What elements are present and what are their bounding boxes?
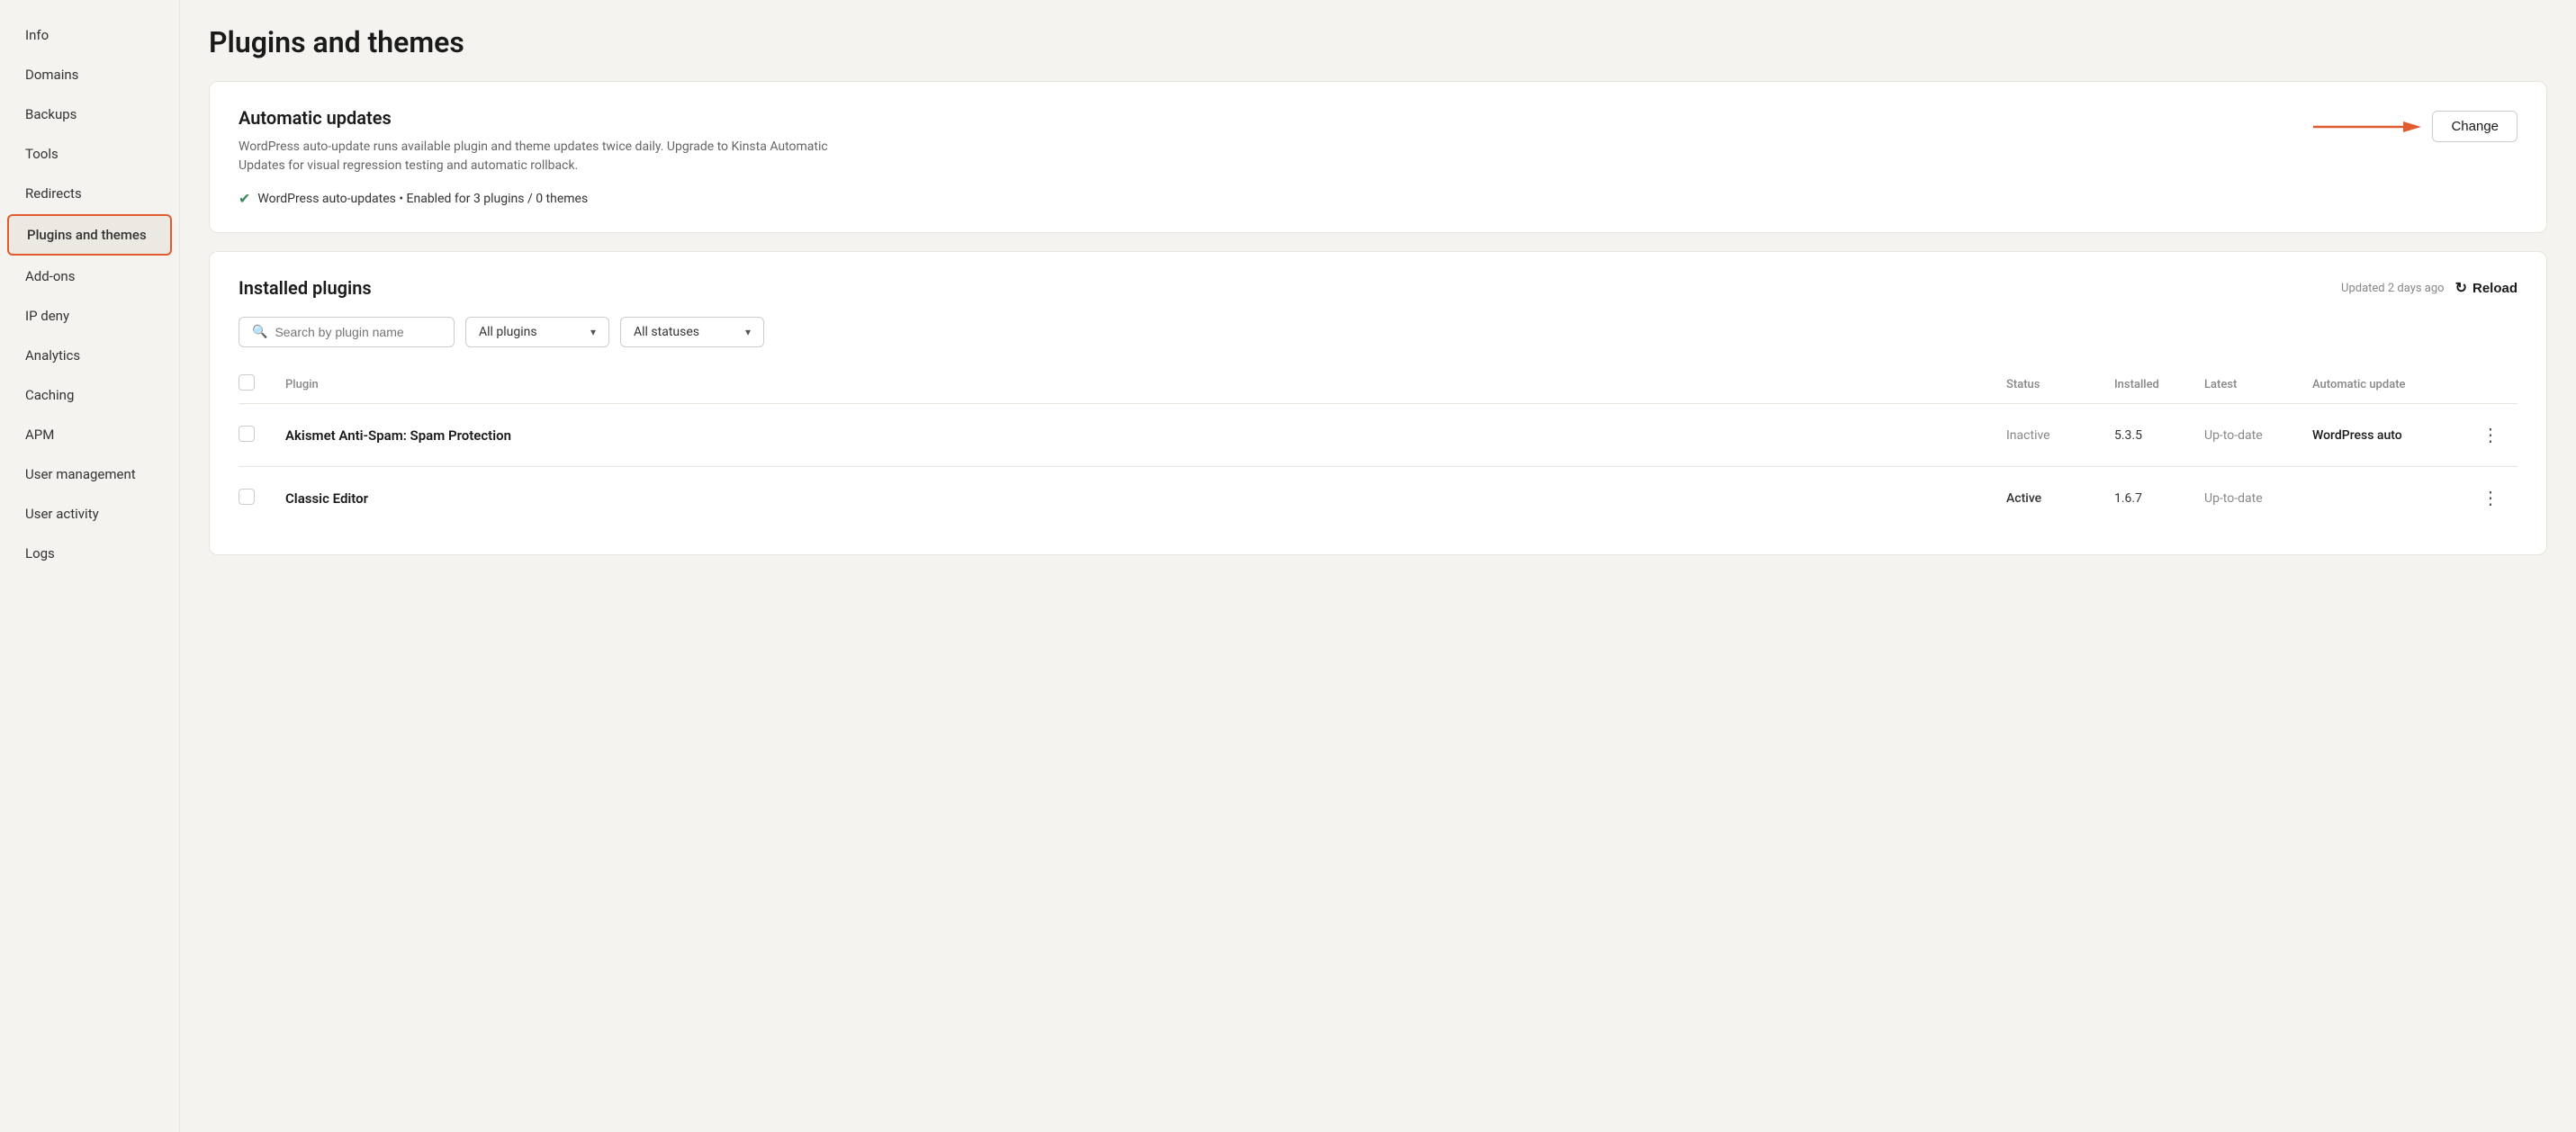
arrow-icon: [2313, 116, 2421, 138]
sidebar-item-user-management[interactable]: User management: [7, 455, 172, 493]
plugin-actions-cell-2: ⋮: [2463, 467, 2517, 530]
sidebar-item-tools[interactable]: Tools: [7, 135, 172, 173]
sidebar-item-info[interactable]: Info: [7, 16, 172, 54]
sidebar-item-redirects[interactable]: Redirects: [7, 175, 172, 212]
reload-icon: ↻: [2455, 279, 2467, 297]
all-plugins-label: All plugins: [479, 325, 537, 339]
plugin-auto-cell-2: [2301, 467, 2463, 530]
row-checkbox-cell-1[interactable]: [239, 404, 275, 467]
row-checkbox-cell-2[interactable]: [239, 467, 275, 530]
sidebar-item-plugins-and-themes[interactable]: Plugins and themes: [7, 214, 172, 256]
plugin-auto-cell-1: WordPress auto: [2301, 404, 2463, 467]
sidebar-item-analytics[interactable]: Analytics: [7, 337, 172, 374]
reload-label: Reload: [2472, 281, 2517, 296]
plugin-latest-2: Up-to-date: [2204, 491, 2263, 506]
plugin-latest-cell-2: Up-to-date: [2193, 467, 2301, 530]
table-row: Classic Editor Active 1.6.7 Up-to-date: [239, 467, 2517, 530]
select-all-checkbox-header[interactable]: [239, 365, 275, 404]
plugin-actions-cell-1: ⋮: [2463, 404, 2517, 467]
search-input[interactable]: [275, 325, 441, 339]
plugin-name-cell-1: Akismet Anti-Spam: Spam Protection: [275, 404, 1995, 467]
col-header-plugin: Plugin: [275, 365, 1995, 404]
all-plugins-dropdown[interactable]: All plugins ▾: [465, 317, 609, 347]
page-title: Plugins and themes: [209, 25, 2547, 59]
col-header-installed: Installed: [2103, 365, 2193, 404]
sidebar-item-caching[interactable]: Caching: [7, 376, 172, 414]
all-statuses-dropdown[interactable]: All statuses ▾: [620, 317, 764, 347]
plugin-status-cell-2: Active: [1995, 467, 2103, 530]
sidebar-item-add-ons[interactable]: Add-ons: [7, 257, 172, 295]
select-all-checkbox[interactable]: [239, 374, 255, 391]
plugin-auto-1: WordPress auto: [2312, 428, 2402, 443]
table-header-row: Plugin Status Installed Latest Automatic…: [239, 365, 2517, 404]
main-content: Plugins and themes Automatic updates Wor…: [180, 0, 2576, 1132]
filters-row: 🔍 All plugins ▾ All statuses ▾: [239, 317, 2517, 347]
installed-plugins-heading: Installed plugins: [239, 277, 372, 299]
auto-updates-info: Automatic updates WordPress auto-update …: [239, 107, 869, 207]
plugin-latest-1: Up-to-date: [2204, 428, 2263, 443]
col-header-status: Status: [1995, 365, 2103, 404]
row-checkbox-1[interactable]: [239, 426, 255, 442]
chevron-down-icon: ▾: [590, 326, 596, 338]
sidebar-item-domains[interactable]: Domains: [7, 56, 172, 94]
sidebar-item-user-activity[interactable]: User activity: [7, 495, 172, 533]
arrow-indicator: [2313, 116, 2421, 138]
plugin-installed-cell-1: 5.3.5: [2103, 404, 2193, 467]
search-icon: 🔍: [252, 325, 267, 339]
plugins-table: Plugin Status Installed Latest Automatic…: [239, 365, 2517, 529]
plugin-name-2: Classic Editor: [285, 490, 368, 507]
chevron-down-icon-2: ▾: [745, 326, 751, 338]
change-action-area: Change: [2313, 111, 2517, 142]
sidebar: Info Domains Backups Tools Redirects Plu…: [0, 0, 180, 1132]
sidebar-item-backups[interactable]: Backups: [7, 95, 172, 133]
auto-updates-status: ✔ WordPress auto-updates • Enabled for 3…: [239, 190, 869, 207]
updated-text: Updated 2 days ago: [2341, 282, 2445, 295]
plugin-status-2: Active: [2006, 491, 2041, 506]
plugin-status-1: Inactive: [2006, 428, 2050, 443]
plugins-header-right: Updated 2 days ago ↻ Reload: [2341, 279, 2517, 297]
checkmark-icon: ✔: [239, 190, 250, 207]
plugin-installed-1: 5.3.5: [2114, 428, 2142, 443]
auto-updates-heading: Automatic updates: [239, 107, 869, 129]
all-statuses-label: All statuses: [634, 325, 699, 339]
plugin-menu-button-1[interactable]: ⋮: [2474, 420, 2507, 450]
auto-updates-description: WordPress auto-update runs available plu…: [239, 138, 869, 175]
sidebar-item-ip-deny[interactable]: IP deny: [7, 297, 172, 335]
col-header-latest: Latest: [2193, 365, 2301, 404]
plugin-installed-cell-2: 1.6.7: [2103, 467, 2193, 530]
plugin-name-1: Akismet Anti-Spam: Spam Protection: [285, 427, 511, 444]
plugin-status-cell-1: Inactive: [1995, 404, 2103, 467]
sidebar-item-apm[interactable]: APM: [7, 416, 172, 454]
col-header-actions: [2463, 365, 2517, 404]
row-checkbox-2[interactable]: [239, 489, 255, 505]
plugin-menu-button-2[interactable]: ⋮: [2474, 483, 2507, 513]
search-wrapper[interactable]: 🔍: [239, 317, 455, 347]
auto-updates-status-text: WordPress auto-updates • Enabled for 3 p…: [257, 192, 588, 206]
plugin-installed-2: 1.6.7: [2114, 491, 2142, 506]
reload-button[interactable]: ↻ Reload: [2455, 279, 2517, 297]
installed-plugins-card: Installed plugins Updated 2 days ago ↻ R…: [209, 251, 2547, 555]
change-button[interactable]: Change: [2432, 111, 2517, 142]
col-header-auto-update: Automatic update: [2301, 365, 2463, 404]
plugin-name-cell-2: Classic Editor: [275, 467, 1995, 530]
installed-plugins-header: Installed plugins Updated 2 days ago ↻ R…: [239, 277, 2517, 299]
plugin-latest-cell-1: Up-to-date: [2193, 404, 2301, 467]
auto-updates-card: Automatic updates WordPress auto-update …: [209, 81, 2547, 233]
sidebar-item-logs[interactable]: Logs: [7, 535, 172, 572]
table-row: Akismet Anti-Spam: Spam Protection Inact…: [239, 404, 2517, 467]
